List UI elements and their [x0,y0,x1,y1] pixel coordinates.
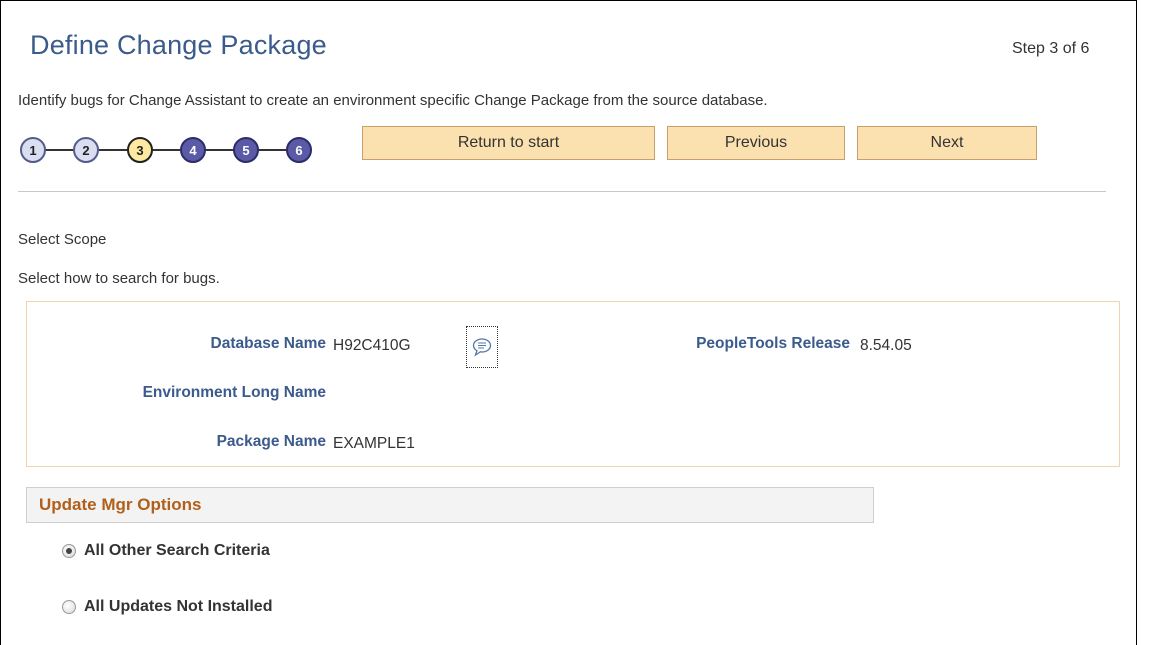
update-mgr-section-title: Update Mgr Options [39,495,202,514]
scope-instruction: Select how to search for bugs. [18,270,220,287]
train-stop-1[interactable]: 1 [20,137,46,163]
page-title: Define Change Package [30,30,327,60]
peopletools-release-value: 8.54.05 [860,337,912,354]
environment-long-name-label: Environment Long Name [142,384,326,401]
step-train: 1 2 3 4 5 6 [20,137,320,163]
step-indicator: Step 3 of 6 [1012,40,1090,57]
scope-title: Select Scope [18,231,107,248]
peopletools-release-label: PeopleTools Release [696,335,850,352]
train-stop-2[interactable]: 2 [73,137,99,163]
train-stop-5[interactable]: 5 [233,137,259,163]
option-all-updates-not-installed[interactable]: All Updates Not Installed [62,598,272,616]
option-label: All Updates Not Installed [84,598,273,615]
update-mgr-section-header: Update Mgr Options [26,487,874,523]
previous-button[interactable]: Previous [667,126,845,160]
train-stop-6[interactable]: 6 [286,137,312,163]
return-to-start-button[interactable]: Return to start [362,126,655,160]
train-stop-4[interactable]: 4 [180,137,206,163]
train-stop-3[interactable]: 3 [127,137,153,163]
header-divider [18,191,1106,192]
speech-bubble-icon[interactable] [466,326,498,368]
next-button[interactable]: Next [857,126,1037,160]
option-label: All Other Search Criteria [84,542,270,559]
radio-button-unchecked[interactable] [62,600,76,614]
package-name-value: EXAMPLE1 [333,435,415,452]
database-name-label: Database Name [210,335,326,352]
database-name-value: H92C410G [333,337,411,354]
radio-button-checked[interactable] [62,544,76,558]
option-all-other-search-criteria[interactable]: All Other Search Criteria [62,542,270,560]
package-name-label: Package Name [216,433,326,450]
page-description: Identify bugs for Change Assistant to cr… [18,92,768,109]
